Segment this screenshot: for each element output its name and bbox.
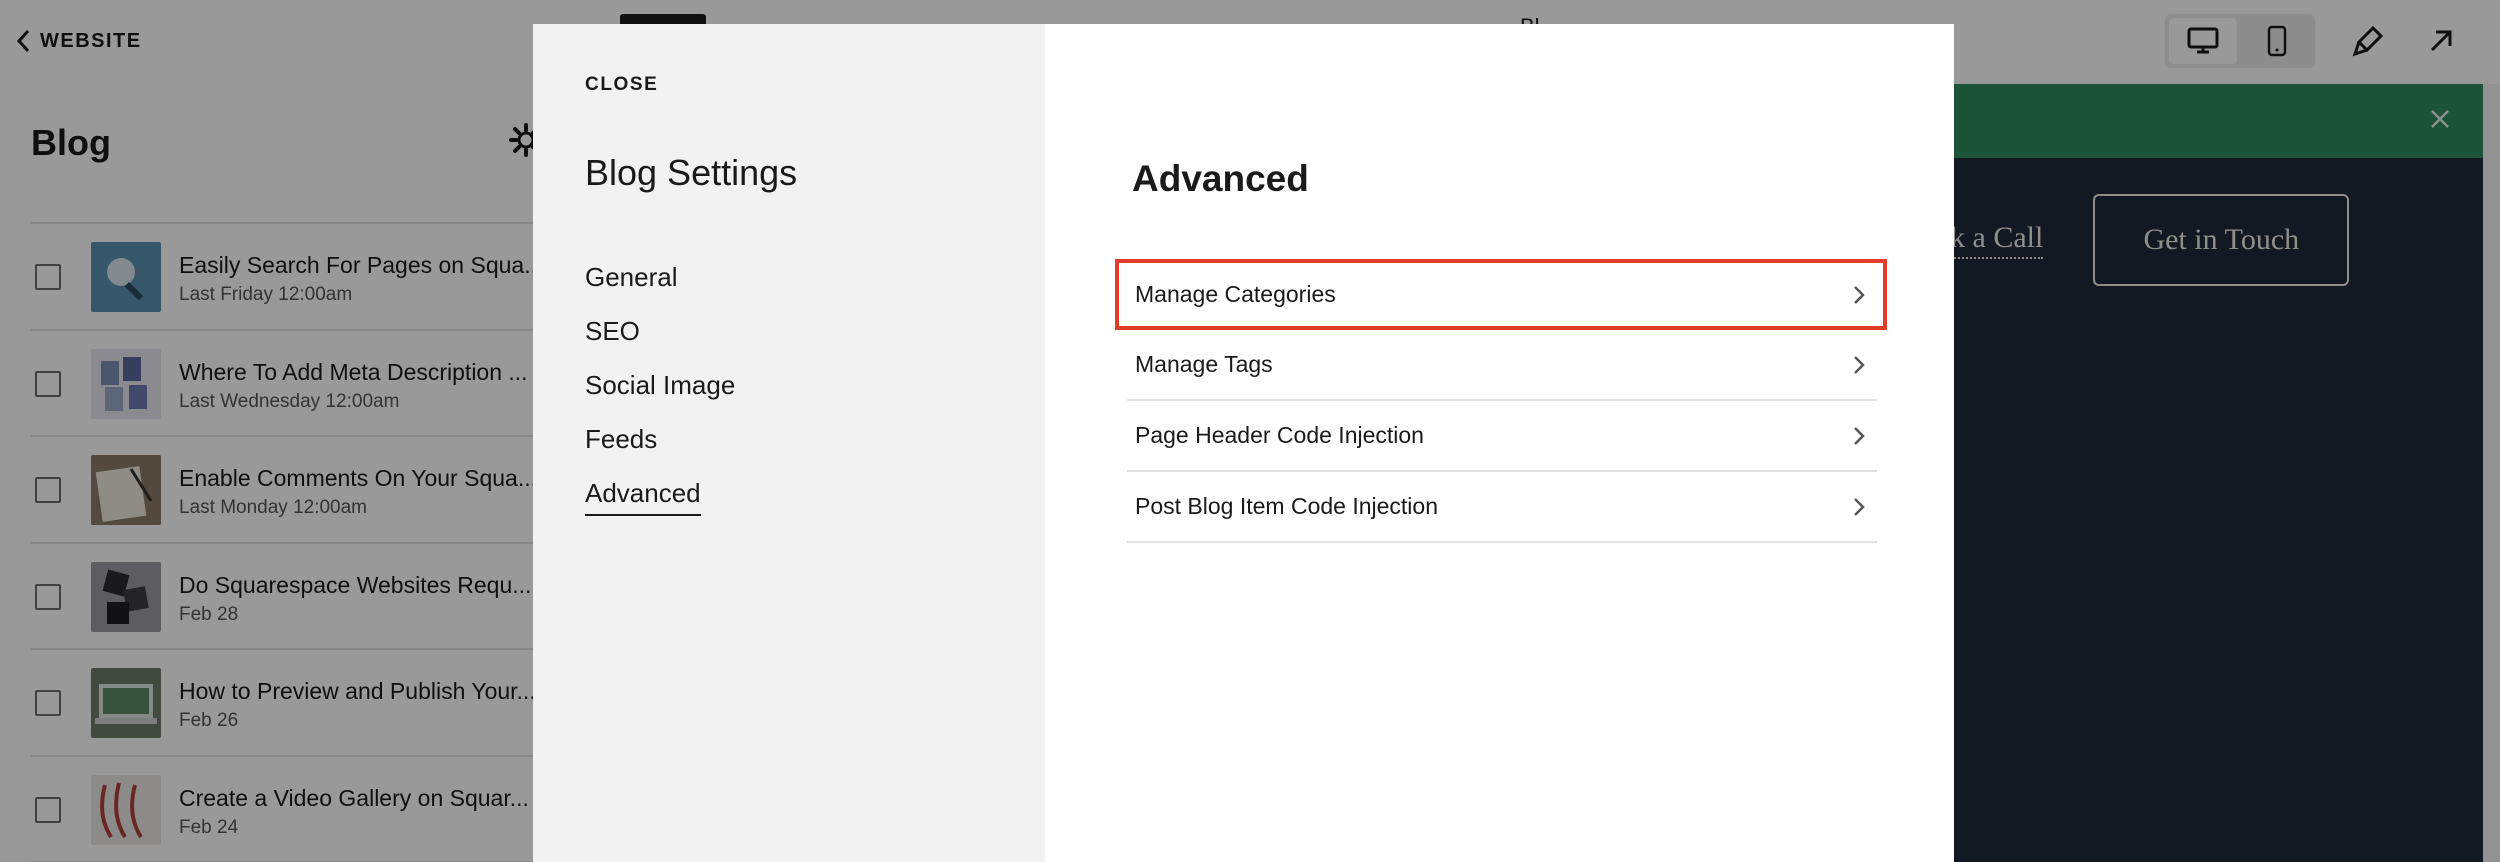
page-header-code-injection-option[interactable]: Page Header Code Injection	[1127, 401, 1877, 472]
nav-item-label: Advanced	[585, 478, 701, 516]
settings-nav: General SEO Social Image Feeds Advanced	[585, 250, 735, 520]
option-label: Manage Categories	[1135, 281, 1336, 307]
close-button[interactable]: CLOSE	[585, 74, 658, 96]
manage-tags-option[interactable]: Manage Tags	[1127, 330, 1877, 401]
option-label: Page Header Code Injection	[1135, 422, 1424, 448]
chevron-right-icon	[1854, 355, 1865, 374]
settings-sidebar: CLOSE Blog Settings General SEO Social I…	[533, 24, 1045, 862]
post-blog-item-code-injection-option[interactable]: Post Blog Item Code Injection	[1127, 472, 1877, 543]
nav-item-label: General	[585, 262, 678, 292]
option-label: Post Blog Item Code Injection	[1135, 493, 1438, 519]
chevron-right-icon	[1854, 426, 1865, 445]
section-title: Advanced	[1132, 158, 1309, 199]
nav-item-label: SEO	[585, 316, 640, 346]
chevron-right-icon	[1854, 285, 1865, 304]
settings-content: Advanced Manage Categories Manage Tags P…	[1045, 24, 1954, 862]
nav-item-label: Social Image	[585, 370, 736, 400]
nav-item-feeds[interactable]: Feeds	[585, 412, 735, 466]
nav-item-seo[interactable]: SEO	[585, 304, 735, 358]
option-label: Manage Tags	[1135, 351, 1273, 377]
manage-categories-option[interactable]: Manage Categories	[1115, 259, 1887, 330]
nav-item-advanced[interactable]: Advanced	[585, 466, 735, 520]
advanced-options-list: Manage Categories Manage Tags Page Heade…	[1115, 259, 1887, 543]
nav-item-social-image[interactable]: Social Image	[585, 358, 735, 412]
blog-settings-modal: CLOSE Blog Settings General SEO Social I…	[533, 24, 1954, 862]
nav-item-general[interactable]: General	[585, 250, 735, 304]
modal-title: Blog Settings	[585, 152, 798, 193]
nav-item-label: Feeds	[585, 424, 658, 454]
chevron-right-icon	[1854, 497, 1865, 516]
